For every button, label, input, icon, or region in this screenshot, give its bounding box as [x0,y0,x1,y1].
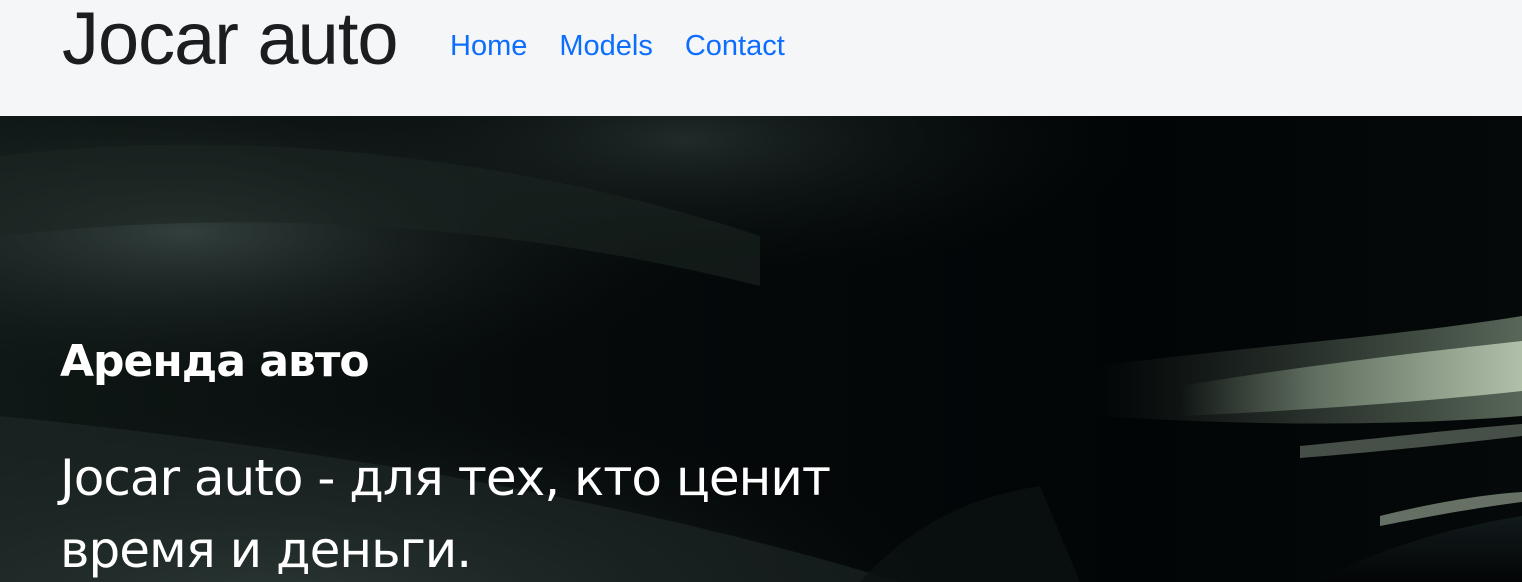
brand-logo[interactable]: Jocar auto [62,0,399,84]
hero-title: Jocar auto - для тех, кто ценит время и … [60,449,831,579]
nav-link-contact[interactable]: Contact [685,26,785,66]
top-navbar: Jocar auto Home Models Contact [0,0,1522,116]
hero-section: Аренда авто Jocar auto - для тех, кто це… [0,116,1522,582]
nav-link-models[interactable]: Models [559,26,653,66]
hero-subtitle: Аренда авто [60,336,370,387]
nav-link-home[interactable]: Home [450,26,527,66]
main-nav: Home Models Contact [450,26,785,66]
